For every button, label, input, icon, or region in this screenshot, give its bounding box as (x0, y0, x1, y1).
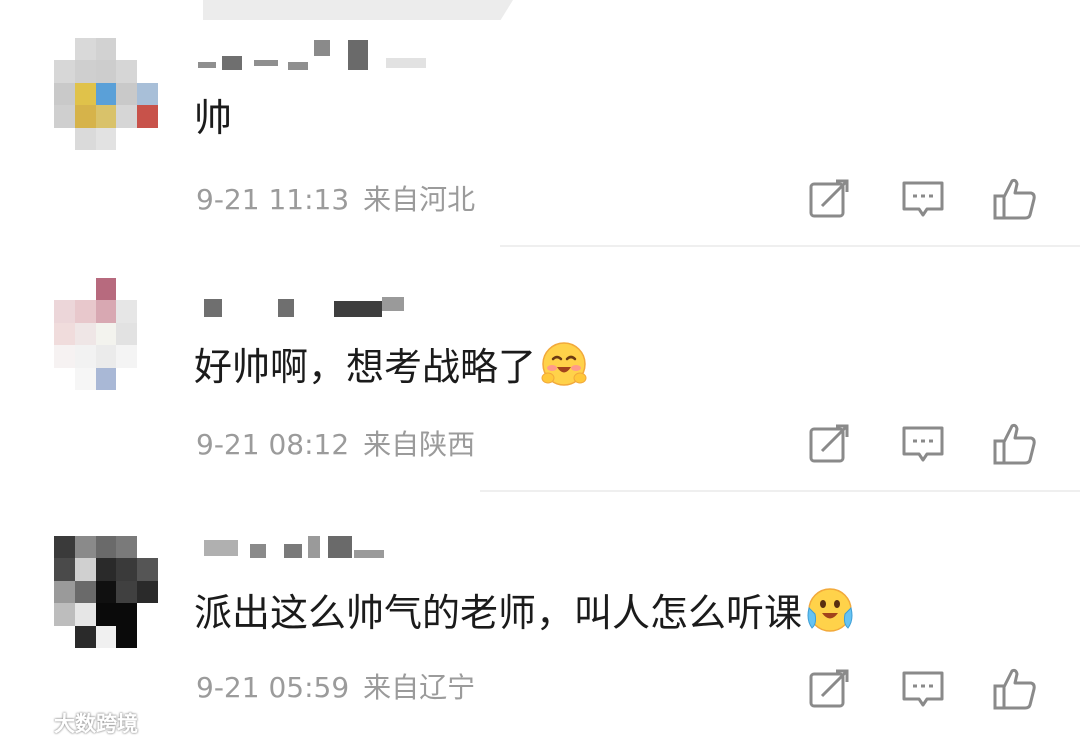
comment-meta: 9-21 05:59 来自辽宁 (196, 670, 475, 706)
repost-icon[interactable] (806, 176, 852, 222)
username-blurred[interactable] (198, 295, 428, 325)
avatar[interactable] (54, 38, 158, 150)
comment-date: 9-21 05:59 (196, 671, 350, 704)
reply-icon[interactable] (900, 421, 946, 467)
comment-actions (804, 421, 1044, 471)
watermark: 大数跨境 (10, 708, 138, 738)
username-blurred[interactable] (198, 40, 428, 70)
comment-meta: 9-21 11:13 来自河北 (196, 182, 475, 218)
comment-location: 来自河北 (363, 183, 476, 216)
repost-icon[interactable] (806, 421, 852, 467)
avatar[interactable] (54, 536, 158, 648)
comment-text-content: 派出这么帅气的老师，叫人怎么听课 (194, 591, 803, 635)
comment-item-2[interactable]: 好帅啊，想考战略了 9-21 08:12 来自陕西 (0, 245, 1080, 490)
comment-list-screen: 帅 9-21 11:13 来自河北 好帅啊，想考战略了 9-21 08:12 来… (0, 0, 1080, 743)
comment-actions (804, 176, 1044, 226)
like-icon[interactable] (992, 421, 1038, 467)
comment-date: 9-21 11:13 (196, 183, 350, 216)
comment-meta: 9-21 08:12 来自陕西 (196, 427, 475, 463)
avatar[interactable] (54, 278, 158, 390)
comment-text: 好帅啊，想考战略了 (194, 340, 588, 391)
like-icon[interactable] (992, 666, 1038, 712)
repost-icon[interactable] (806, 666, 852, 712)
comment-item-1[interactable]: 帅 9-21 11:13 来自河北 (0, 0, 1080, 245)
reply-icon[interactable] (900, 176, 946, 222)
comment-location: 来自陕西 (363, 428, 476, 461)
watermark-text: 大数跨境 (54, 712, 138, 736)
comment-text-content: 好帅啊，想考战略了 (194, 345, 537, 389)
comment-text: 帅 (194, 94, 232, 142)
comment-date: 9-21 08:12 (196, 428, 350, 461)
like-icon[interactable] (992, 176, 1038, 222)
comment-text: 派出这么帅气的老师，叫人怎么听课 (194, 586, 854, 637)
tearful-joy-emoji (807, 588, 853, 632)
username-blurred[interactable] (198, 534, 398, 564)
reply-icon[interactable] (900, 666, 946, 712)
comment-actions (804, 666, 1044, 716)
comment-location: 来自辽宁 (363, 671, 476, 704)
blushing-smile-emoji (541, 342, 587, 386)
comment-item-3[interactable]: 派出这么帅气的老师，叫人怎么听课 9-21 05:59 来自辽宁 (0, 490, 1080, 735)
watermark-logo-icon (12, 714, 50, 733)
comment-text-content: 帅 (194, 96, 233, 140)
